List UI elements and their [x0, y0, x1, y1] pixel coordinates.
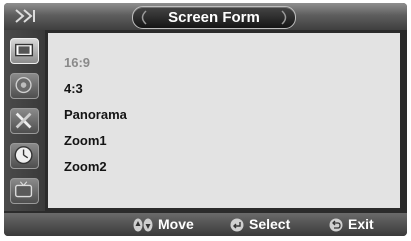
- option-panorama[interactable]: Panorama: [58, 106, 133, 124]
- clock-icon: [14, 146, 33, 165]
- option-4-3[interactable]: 4:3: [58, 80, 89, 98]
- option-zoom2[interactable]: Zoom2: [58, 158, 113, 176]
- sidebar-item-timer[interactable]: [10, 143, 39, 169]
- osd-frame: Screen Form 16:9 4:3 Panorama Zoom1 Zoom…: [4, 3, 407, 236]
- tools-icon: [15, 112, 32, 129]
- page-title: Screen Form: [168, 9, 260, 26]
- move-hint: Move: [158, 216, 194, 232]
- up-down-arrows-icon: [133, 218, 153, 232]
- pill-right-cap-icon: [281, 10, 287, 25]
- title-bar: Screen Form: [4, 3, 407, 30]
- sound-icon: [15, 77, 32, 94]
- option-16-9[interactable]: 16:9: [58, 54, 96, 72]
- select-hint: Select: [249, 216, 291, 232]
- sidebar-item-picture[interactable]: [10, 38, 39, 64]
- sidebar-item-sound[interactable]: [10, 73, 39, 99]
- option-zoom1[interactable]: Zoom1: [58, 132, 113, 150]
- sidebar-item-tv[interactable]: [10, 178, 39, 204]
- exit-hint: Exit: [348, 216, 374, 232]
- sidebar-item-setup[interactable]: [10, 108, 39, 134]
- return-button-icon: [329, 218, 343, 232]
- help-bar: Move Select Exit: [4, 213, 407, 236]
- picture-icon: [15, 43, 34, 57]
- play-chevrons-icon: [15, 9, 35, 23]
- tv-icon: [15, 181, 33, 198]
- osd-screen: Screen Form 16:9 4:3 Panorama Zoom1 Zoom…: [0, 0, 411, 241]
- category-sidebar: [4, 30, 45, 211]
- screen-form-options: 16:9 4:3 Panorama Zoom1 Zoom2: [48, 33, 400, 208]
- enter-button-icon: [230, 218, 244, 232]
- title-pill: Screen Form: [132, 6, 296, 29]
